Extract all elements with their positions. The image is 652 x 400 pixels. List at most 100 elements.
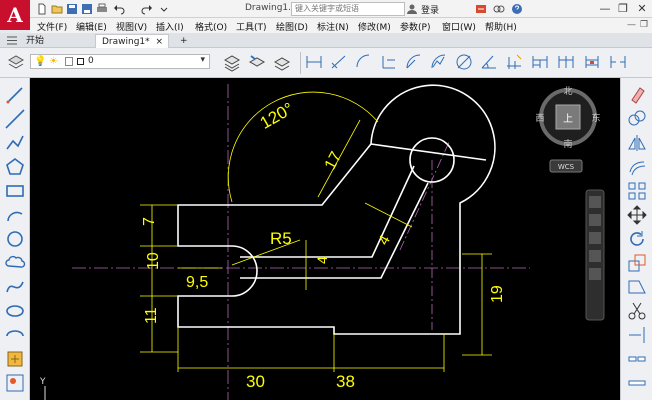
compass-south[interactable]: 南: [563, 138, 572, 150]
undo-icon[interactable]: [113, 3, 125, 15]
showmotion-icon[interactable]: [589, 268, 601, 280]
ellipse-arc-tool-icon[interactable]: [4, 324, 26, 346]
spline-tool-icon[interactable]: [4, 276, 26, 298]
menu-window[interactable]: 窗口(W): [442, 20, 476, 33]
chevron-down-icon[interactable]: [158, 3, 170, 15]
exchange-icon[interactable]: [475, 3, 487, 15]
user-icon[interactable]: [406, 3, 418, 15]
revcloud-tool-icon[interactable]: [4, 252, 26, 274]
compass-west[interactable]: 西: [535, 113, 544, 124]
join-tool-icon[interactable]: [626, 372, 648, 394]
make-block-icon[interactable]: [4, 372, 26, 394]
open-file-icon[interactable]: [51, 3, 63, 15]
orbit-icon[interactable]: [589, 250, 601, 262]
viewcube[interactable]: 上 北 南 西 东 WCS: [535, 86, 601, 173]
layer-match-icon[interactable]: [247, 52, 267, 72]
mirror-tool-icon[interactable]: [626, 132, 648, 154]
baseline-dim-icon[interactable]: [530, 52, 550, 72]
move-tool-icon[interactable]: [626, 204, 648, 226]
save-icon[interactable]: [66, 3, 78, 15]
file-tab-bar: 开始 Drawing1* × +: [0, 33, 652, 48]
offset-tool-icon[interactable]: [626, 156, 648, 178]
quick-dim-icon[interactable]: [504, 52, 524, 72]
menu-view[interactable]: 视图(V): [116, 20, 147, 33]
layer-dropdown[interactable]: 💡 ☀ 0 ▾: [30, 54, 210, 69]
redo-icon[interactable]: [141, 3, 153, 15]
restore-doc-icon[interactable]: ❐: [640, 20, 648, 30]
app-logo[interactable]: A: [0, 0, 30, 30]
menu-file[interactable]: 文件(F): [37, 20, 67, 33]
array-tool-icon[interactable]: [626, 180, 648, 202]
jogged-dim-icon[interactable]: [429, 52, 449, 72]
break-tool-icon[interactable]: [626, 348, 648, 370]
menu-tools[interactable]: 工具(T): [236, 20, 267, 33]
ucs-icon: Y: [39, 377, 46, 400]
close-button[interactable]: ✕: [633, 0, 651, 18]
menu-format[interactable]: 格式(O): [195, 20, 227, 33]
tab-start[interactable]: 开始: [20, 34, 50, 48]
connect-icon[interactable]: [493, 3, 505, 15]
dim-space-icon[interactable]: [582, 52, 602, 72]
dim-break-icon[interactable]: [608, 52, 628, 72]
rotate-tool-icon[interactable]: [626, 228, 648, 250]
aligned-dim-icon[interactable]: [329, 52, 349, 72]
scale-tool-icon[interactable]: [626, 252, 648, 274]
drawing-canvas[interactable]: 120° 17 R5 4 7 10 9,5 4 11 19 30 38 上 北 …: [30, 78, 620, 400]
compass-east[interactable]: 东: [591, 112, 600, 124]
menu-edit[interactable]: 编辑(E): [76, 20, 107, 33]
rectangle-tool-icon[interactable]: [4, 180, 26, 202]
angular-dim-icon[interactable]: [479, 52, 499, 72]
save-as-icon[interactable]: [81, 3, 93, 15]
layer-properties-icon[interactable]: [6, 52, 26, 72]
menu-help[interactable]: 帮助(H): [485, 20, 517, 33]
extend-tool-icon[interactable]: [626, 324, 648, 346]
pan-icon[interactable]: [589, 214, 601, 226]
continue-dim-icon[interactable]: [556, 52, 576, 72]
construction-line-icon[interactable]: [4, 108, 26, 130]
ordinate-dim-icon[interactable]: [379, 52, 399, 72]
part-geometry: [177, 84, 496, 335]
arc-tool-icon[interactable]: [4, 204, 26, 226]
polyline-tool-icon[interactable]: [4, 132, 26, 154]
layer-previous-icon[interactable]: [272, 52, 292, 72]
menu-insert[interactable]: 插入(I): [156, 20, 184, 33]
menu-list-icon[interactable]: [6, 35, 18, 46]
part-outline: [177, 84, 496, 335]
tab-drawing1[interactable]: Drawing1* ×: [95, 34, 169, 48]
erase-tool-icon[interactable]: [626, 84, 648, 106]
circle-tool-icon[interactable]: [4, 228, 26, 250]
minimize-button[interactable]: —: [596, 0, 614, 18]
dim-19: 19: [489, 285, 506, 303]
stretch-tool-icon[interactable]: [626, 276, 648, 298]
steering-wheel-icon[interactable]: [589, 196, 601, 208]
arc-length-icon[interactable]: [354, 52, 374, 72]
insert-block-icon[interactable]: [4, 348, 26, 370]
line-tool-icon[interactable]: [4, 84, 26, 106]
compass-north[interactable]: 北: [563, 86, 572, 97]
copy-tool-icon[interactable]: [626, 108, 648, 130]
dim-4-mid: 4: [314, 256, 330, 264]
new-tab-button[interactable]: +: [174, 34, 194, 48]
linear-dim-icon[interactable]: [304, 52, 324, 72]
new-file-icon[interactable]: [36, 3, 48, 15]
zoom-icon[interactable]: [589, 232, 601, 244]
ellipse-tool-icon[interactable]: [4, 300, 26, 322]
radius-dim-icon[interactable]: [404, 52, 424, 72]
trim-tool-icon[interactable]: [626, 300, 648, 322]
diameter-dim-icon[interactable]: [454, 52, 474, 72]
layer-states-icon[interactable]: [222, 52, 242, 72]
polygon-tool-icon[interactable]: [4, 156, 26, 178]
menu-draw[interactable]: 绘图(D): [276, 20, 308, 33]
menu-modify[interactable]: 修改(M): [358, 20, 391, 33]
menu-parameter[interactable]: 参数(P): [400, 20, 430, 33]
minimize-doc-icon[interactable]: —: [627, 20, 636, 30]
search-input[interactable]: 键入关键字或短语: [291, 2, 405, 16]
tab-drawing1-label: Drawing1*: [102, 37, 150, 47]
tab-close-icon[interactable]: ×: [155, 35, 163, 49]
menu-dimension[interactable]: 标注(N): [317, 20, 349, 33]
login-button[interactable]: 登录: [421, 3, 439, 16]
help-icon[interactable]: [511, 3, 523, 15]
restore-button[interactable]: ❐: [614, 0, 632, 18]
print-icon[interactable]: [96, 3, 108, 15]
wcs-label: WCS: [558, 163, 575, 171]
